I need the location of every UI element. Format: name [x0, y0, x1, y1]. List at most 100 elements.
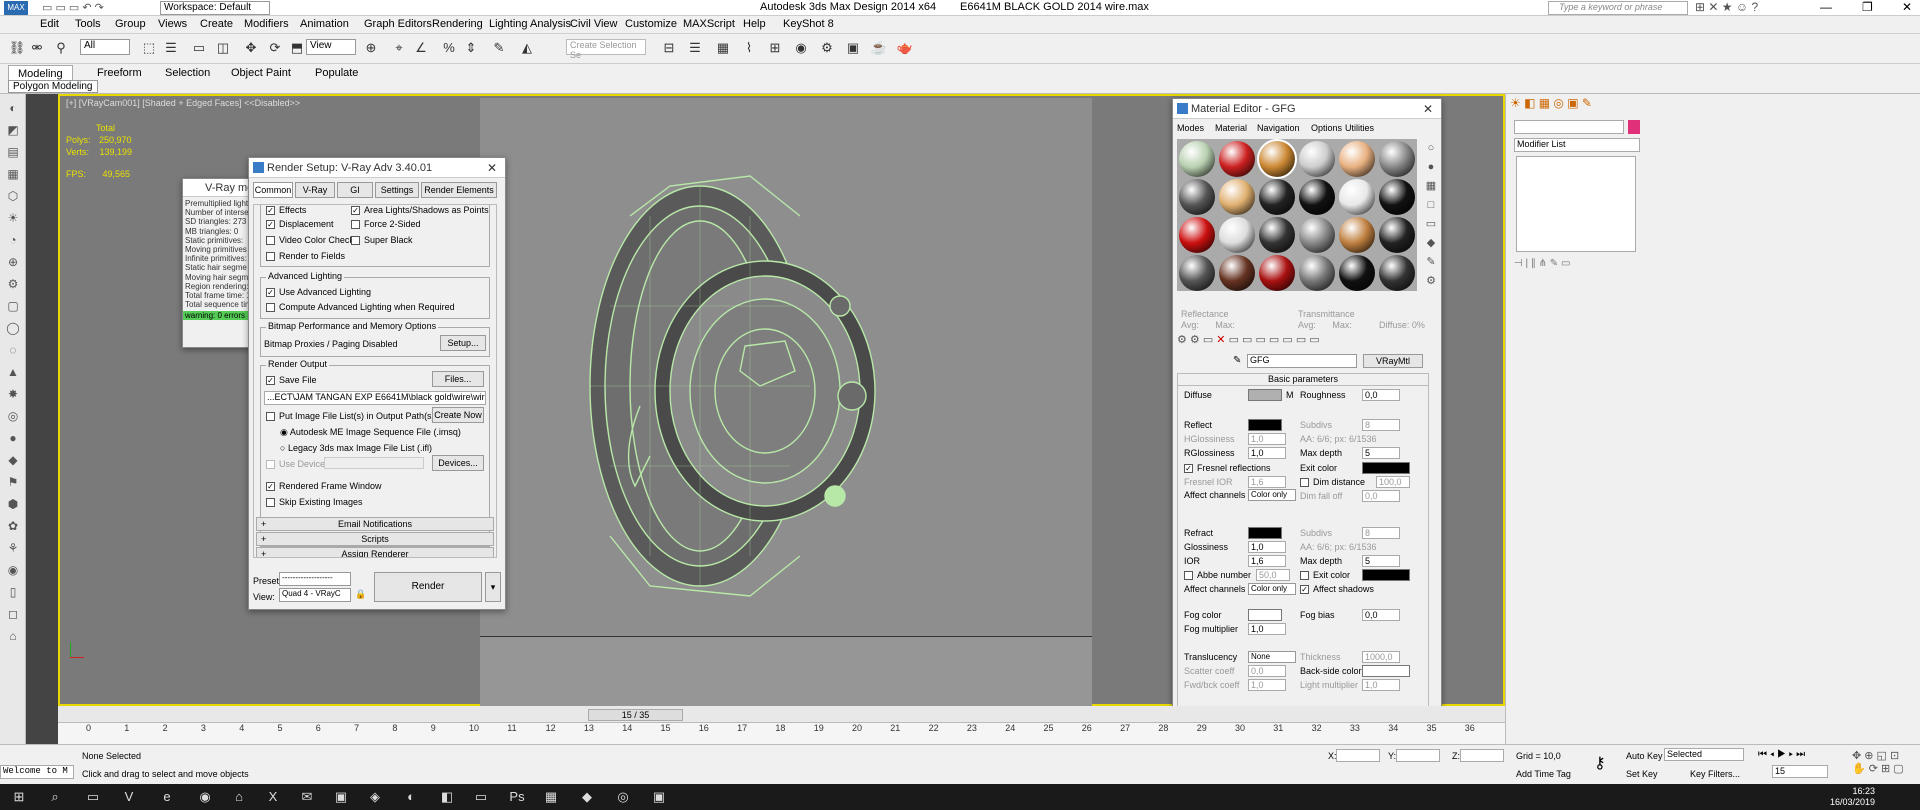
menu-modifiers[interactable]: Modifiers — [244, 18, 289, 30]
bitmap-setup-button[interactable]: Setup... — [440, 335, 486, 351]
reference-coord-dropdown[interactable]: View — [306, 39, 356, 55]
toolstrip-tool-7-icon[interactable]: ⊕ — [4, 254, 22, 270]
backside-color[interactable] — [1362, 665, 1410, 677]
app-icon[interactable]: ◉ — [194, 787, 216, 807]
app-icon[interactable]: ⌂ — [228, 787, 250, 807]
app-icon[interactable]: ◈ — [364, 787, 386, 807]
render-dropdown-arrow[interactable]: ▾ — [485, 572, 501, 602]
preset-dropdown[interactable]: ------------------- — [279, 572, 351, 586]
material-name-field[interactable]: GFG — [1247, 354, 1357, 368]
teapot-icon[interactable]: 🫖 — [896, 39, 914, 57]
toolstrip-tool-1-icon[interactable]: ◩ — [4, 122, 22, 138]
visio-icon[interactable]: V — [118, 787, 140, 807]
watch-model[interactable] — [550, 156, 890, 616]
window-icon[interactable]: ◫ — [214, 39, 232, 57]
material-sample-slot[interactable] — [1339, 255, 1375, 291]
excel-icon[interactable]: X — [262, 787, 284, 807]
graphite-icon[interactable]: ▦ — [714, 39, 732, 57]
render-setup-dialog[interactable]: Render Setup: V-Ray Adv 3.40.01 ✕ Common… — [248, 157, 506, 610]
bind-icon[interactable]: ⚲ — [52, 39, 70, 57]
track-bar[interactable]: 0 1 2 3 4 5 6 7 8 9 10 11 12 13 14 15 16 17 18 19 20 21 22 23 24… — [58, 722, 1505, 744]
rollout-scripts[interactable]: + Scripts — [256, 532, 494, 546]
toolstrip-tool-23-icon[interactable]: ◻ — [4, 606, 22, 622]
render-setup-icon[interactable]: ⚙ — [818, 39, 836, 57]
rollout-assign-renderer[interactable]: + Assign Renderer — [256, 547, 494, 557]
material-sample-slot[interactable] — [1259, 217, 1295, 253]
search-input[interactable]: Type a keyword or phrase — [1548, 1, 1688, 15]
toolstrip-tool-14-icon[interactable]: ◎ — [4, 408, 22, 424]
menu-help[interactable]: Help — [743, 18, 766, 30]
material-sample-slot[interactable] — [1379, 179, 1415, 215]
edit-named-icon[interactable]: ✎ — [490, 39, 508, 57]
close-icon[interactable]: ✕ — [1423, 99, 1433, 119]
toolstrip-tool-15-icon[interactable]: ● — [4, 430, 22, 446]
material-sample-slot[interactable] — [1179, 179, 1215, 215]
toolstrip-tool-11-icon[interactable]: ◌ — [4, 342, 22, 358]
object-color-swatch[interactable] — [1628, 120, 1640, 134]
object-name-field[interactable] — [1514, 120, 1624, 134]
selection-set-dropdown[interactable]: Selected — [1664, 748, 1744, 761]
toolstrip-tool-19-icon[interactable]: ✿ — [4, 518, 22, 534]
stack-tools[interactable]: ⊣ | ∥ ⋔ ✎ ▭ — [1514, 258, 1640, 272]
unlink-icon[interactable]: ⚮ — [28, 39, 46, 57]
translucency-dropdown[interactable]: None — [1248, 651, 1296, 663]
me-menu-utilities[interactable]: Utilities — [1345, 123, 1374, 133]
material-sample-slot[interactable] — [1379, 141, 1415, 177]
toolstrip-tool-17-icon[interactable]: ⚑ — [4, 474, 22, 490]
folder-icon[interactable]: ▭ — [470, 787, 492, 807]
material-sample-slot[interactable] — [1379, 255, 1415, 291]
toolstrip-tool-5-icon[interactable]: ☀ — [4, 210, 22, 226]
named-selection-set[interactable]: Create Selection Se — [566, 39, 646, 60]
material-sample-slot[interactable] — [1179, 217, 1215, 253]
render-tab-gi[interactable]: GI — [337, 182, 373, 198]
material-editor[interactable]: Material Editor - GFG ✕ Modes Material Nav… — [1172, 98, 1442, 708]
toolstrip-tool-24-icon[interactable]: ⌂ — [4, 628, 22, 644]
material-sample-slot[interactable] — [1219, 217, 1255, 253]
affect-channels-dropdown[interactable]: Color only — [1248, 489, 1296, 501]
rotate-icon[interactable]: ⟳ — [266, 39, 284, 57]
material-sample-slot[interactable] — [1299, 217, 1335, 253]
close-icon[interactable]: ✕ — [487, 158, 497, 178]
exit-color[interactable] — [1362, 462, 1410, 474]
toolstrip-tool-3-icon[interactable]: ▦ — [4, 166, 22, 182]
windows-start-icon[interactable]: ⊞ — [8, 787, 30, 807]
toolstrip-tool-10-icon[interactable]: ◯ — [4, 320, 22, 336]
material-sample-slot[interactable] — [1219, 255, 1255, 291]
toolstrip-tool-21-icon[interactable]: ◉ — [4, 562, 22, 578]
refract-exit-color[interactable] — [1362, 569, 1410, 581]
angle-snap-icon[interactable]: ∠ — [412, 39, 430, 57]
material-sample-slot[interactable] — [1299, 179, 1335, 215]
material-sample-slot[interactable] — [1179, 255, 1215, 291]
store-icon[interactable]: ▣ — [330, 787, 352, 807]
close-button[interactable]: ✕ — [1902, 0, 1912, 14]
material-side-icons[interactable]: ○ ● ▦ □ ▭ ◆ ✎ ⚙ — [1421, 139, 1441, 289]
modifier-list-dropdown[interactable]: Modifier List — [1514, 138, 1640, 152]
refract-affect-channels-dropdown[interactable]: Color only — [1248, 583, 1296, 595]
photoshop-icon[interactable]: Ps — [506, 787, 528, 807]
me-menu-options[interactable]: Options — [1311, 123, 1342, 133]
material-editor-icon[interactable]: ◉ — [792, 39, 810, 57]
material-sample-slot[interactable] — [1259, 255, 1295, 291]
diffuse-color[interactable] — [1248, 389, 1282, 401]
modifier-stack[interactable] — [1516, 156, 1636, 252]
menu-tools[interactable]: Tools — [75, 18, 101, 30]
select-icon[interactable]: ⬚ — [140, 39, 158, 57]
toolstrip-tool-18-icon[interactable]: ⬢ — [4, 496, 22, 512]
fog-color[interactable] — [1248, 609, 1282, 621]
menu-create[interactable]: Create — [200, 18, 233, 30]
restore-button[interactable]: ❐ — [1862, 0, 1873, 14]
menu-graph-editors[interactable]: Graph Editors — [364, 18, 432, 30]
material-sample-slot[interactable] — [1219, 179, 1255, 215]
render-tab-common[interactable]: Common — [253, 182, 293, 198]
material-type-button[interactable]: VRayMtl — [1363, 354, 1423, 368]
pivot-icon[interactable]: ⊕ — [362, 39, 380, 57]
menu-maxscript[interactable]: MAXScript — [683, 18, 735, 30]
menu-customize[interactable]: Customize — [625, 18, 677, 30]
app-logo-icon[interactable]: MAX — [4, 1, 28, 15]
material-sample-slot[interactable] — [1339, 217, 1375, 253]
me-menu-material[interactable]: Material — [1215, 123, 1247, 133]
toolstrip-tool-6-icon[interactable]: ◔ — [4, 232, 22, 248]
toolstrip-tool-0-icon[interactable]: ◐ — [4, 100, 22, 116]
refract-color[interactable] — [1248, 527, 1282, 539]
material-sample-slot[interactable] — [1219, 141, 1255, 177]
